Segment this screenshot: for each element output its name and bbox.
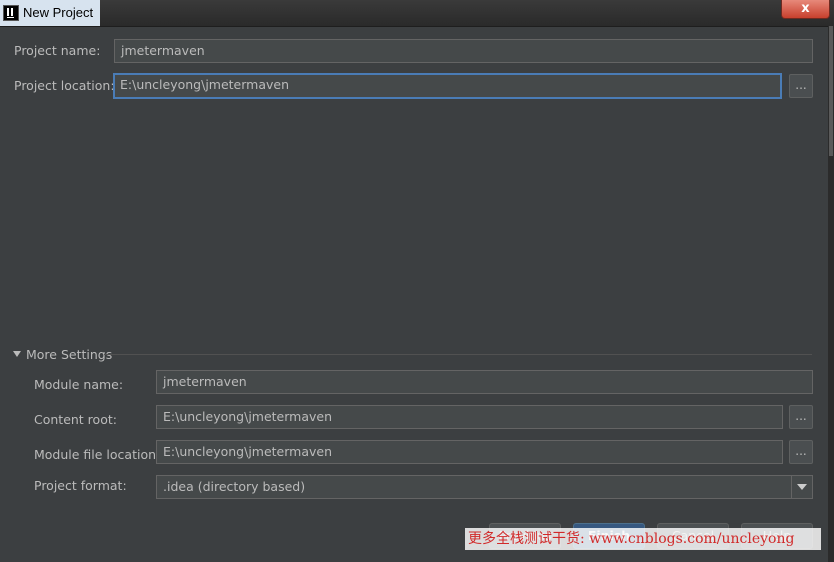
content-root-browse-button[interactable]: ... [789,405,813,429]
title-bar-tab: New Project [0,0,100,26]
window-title: New Project [23,5,94,20]
project-location-label: Project location: [14,78,115,93]
scrollbar-thumb[interactable] [829,26,833,156]
project-name-label: Project name: [14,43,101,58]
section-divider [104,354,812,355]
content-root-label: Content root: [34,412,117,427]
content-root-input[interactable]: E:\uncleyong\jmetermaven [156,405,783,429]
project-location-input[interactable]: E:\uncleyong\jmetermaven [113,73,782,99]
watermark-text: 更多全栈测试干货: www.cnblogs.com/uncleyong [465,528,821,550]
title-bar: New Project x [0,0,834,27]
close-button[interactable]: x [781,0,830,19]
project-name-input[interactable]: jmetermaven [114,39,813,63]
module-file-location-input[interactable]: E:\uncleyong\jmetermaven [156,440,783,464]
module-file-location-browse-button[interactable]: ... [789,440,813,464]
module-file-location-label: Module file location: [34,447,161,462]
module-name-input[interactable]: jmetermaven [156,370,813,394]
more-settings-toggle[interactable]: More Settings [26,347,112,362]
project-location-browse-button[interactable]: ... [789,74,813,98]
chevron-down-icon[interactable] [791,476,812,498]
module-name-label: Module name: [34,377,124,392]
project-format-select[interactable]: .idea (directory based) [156,475,813,499]
triangle-down-icon[interactable] [13,351,21,357]
project-format-label: Project format: [34,478,127,493]
scrollbar[interactable] [828,26,834,562]
intellij-idea-icon [3,5,19,21]
